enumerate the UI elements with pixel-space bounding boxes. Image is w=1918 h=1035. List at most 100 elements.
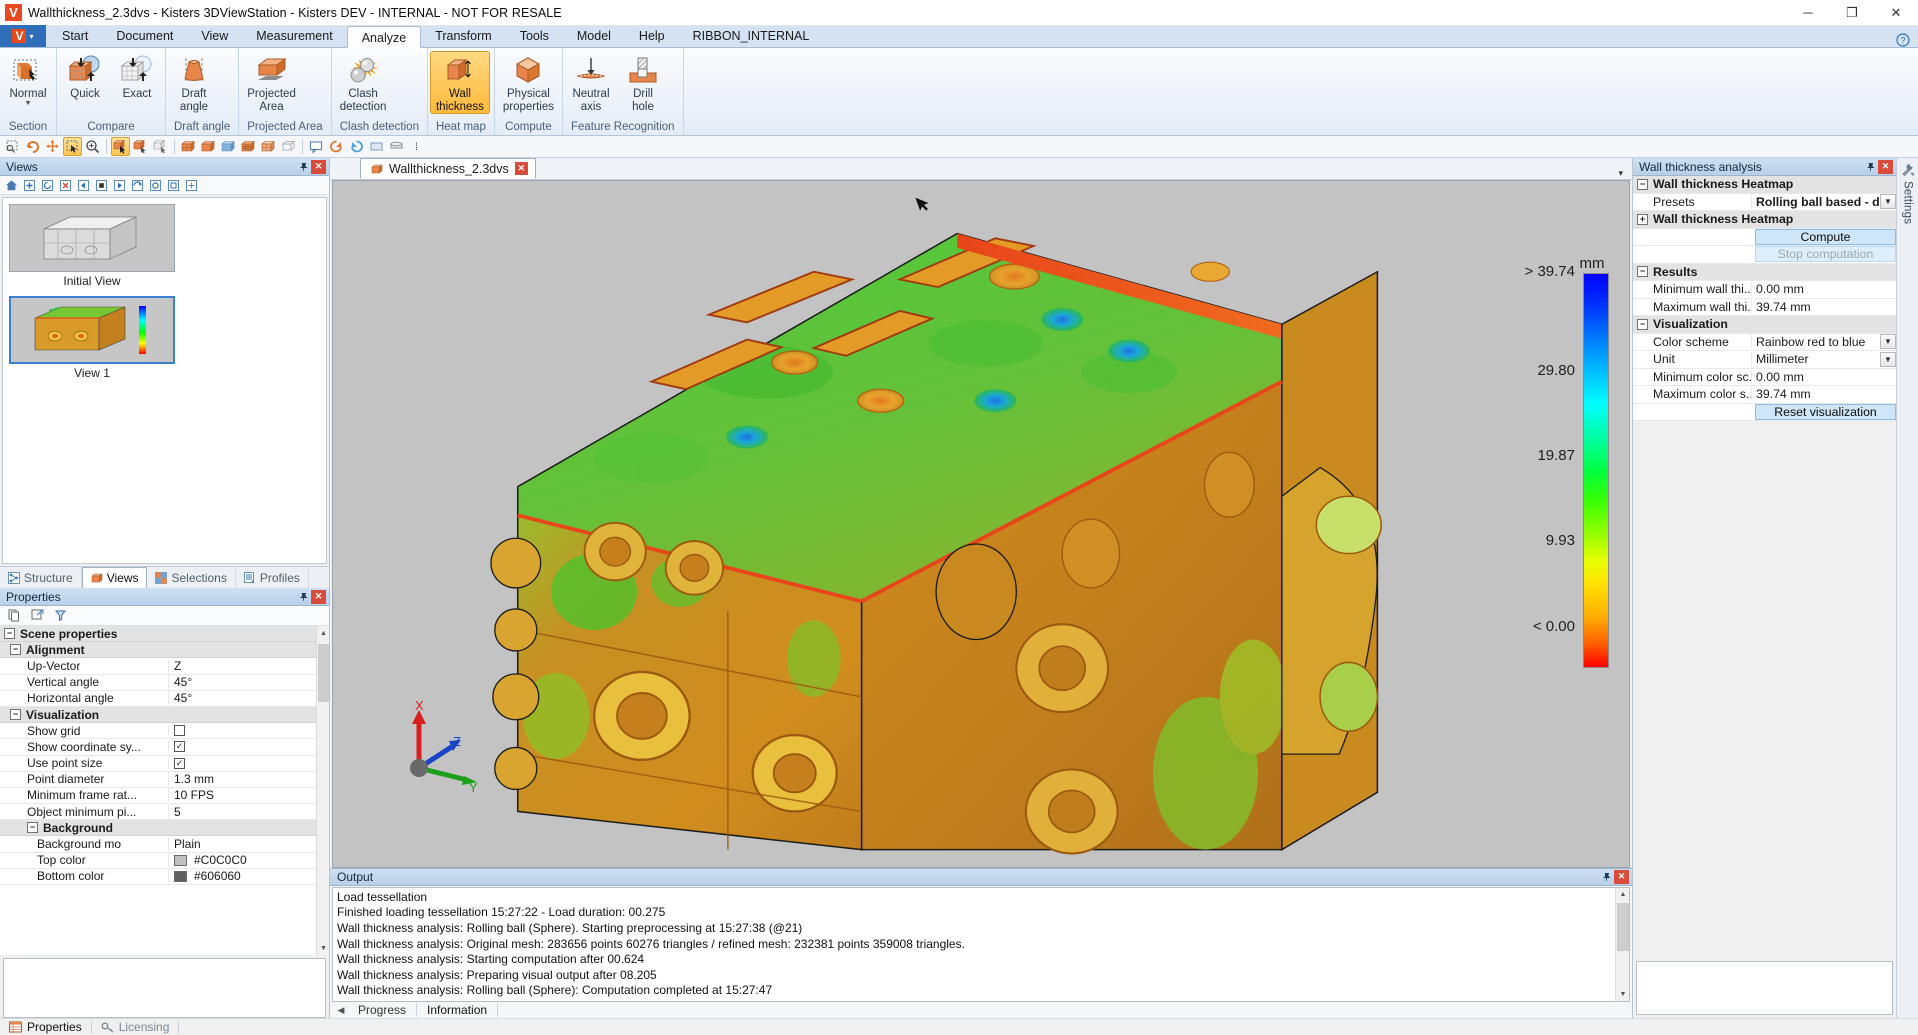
document-tab[interactable]: Wallthickness_2.3dvs ✕	[360, 158, 536, 179]
shape2-icon[interactable]	[387, 137, 406, 156]
status-tab-properties[interactable]: Properties	[0, 1019, 91, 1035]
expander-toggle[interactable]: −	[1637, 319, 1648, 330]
setting-value[interactable]: 39.74 mm	[1751, 300, 1896, 314]
property-value[interactable]	[168, 725, 329, 736]
wall-thickness-button[interactable]: Wallthickness	[430, 51, 490, 114]
tab-analyze[interactable]: Analyze	[347, 26, 421, 48]
setting-value[interactable]: Millimeter▼	[1751, 352, 1896, 367]
compare-quick-button[interactable]: Quick	[59, 51, 111, 102]
property-value[interactable]: Z▼	[168, 659, 329, 673]
close-icon[interactable]: ✕	[515, 162, 528, 175]
close-icon[interactable]: ✕	[311, 160, 326, 174]
expander-toggle[interactable]: −	[27, 822, 38, 833]
chevron-down-icon[interactable]: ▾	[1609, 168, 1632, 179]
scrollbar-thumb[interactable]	[1617, 903, 1629, 951]
clash-detection-button[interactable]: Clashdetection	[334, 51, 393, 114]
property-value[interactable]: 10 FPS	[168, 788, 329, 802]
output-tab-information[interactable]: Information	[417, 1003, 498, 1017]
settings-group-row[interactable]: −Results	[1633, 264, 1896, 282]
play-view-icon[interactable]	[129, 177, 146, 193]
neutral-axis-button[interactable]: Neutralaxis	[565, 51, 617, 114]
render-shaded-edges-icon[interactable]	[199, 137, 218, 156]
chevron-down-icon[interactable]: ▼	[25, 101, 32, 107]
view-thumbnail[interactable]	[9, 204, 175, 272]
compare-exact-button[interactable]: Exact	[111, 51, 163, 102]
color-swatch[interactable]	[174, 855, 187, 866]
property-group-row[interactable]: −Alignment	[0, 642, 329, 658]
settings-rail-label[interactable]: Settings	[1902, 181, 1914, 224]
stop-view-icon[interactable]	[93, 177, 110, 193]
filter-icon[interactable]	[53, 608, 68, 623]
tab-scroll-left-icon[interactable]: ◀	[334, 1005, 348, 1016]
view-item-initial[interactable]: Initial View	[9, 204, 175, 294]
copy-icon[interactable]	[7, 608, 22, 623]
checkbox[interactable]: ✓	[174, 741, 185, 752]
pin-icon[interactable]	[1864, 160, 1878, 174]
help-circle-icon[interactable]: ?	[1888, 33, 1918, 47]
3d-viewport[interactable]: X Y Z mm > 39.74 29.80	[332, 180, 1630, 868]
close-icon[interactable]: ✕	[1614, 870, 1629, 884]
projected-area-button[interactable]: ProjectedArea	[241, 51, 302, 114]
tab-ribbon-internal[interactable]: RIBBON_INTERNAL	[679, 25, 824, 47]
minimize-button[interactable]: ─	[1786, 0, 1830, 26]
scrollbar-thumb[interactable]	[318, 644, 329, 702]
color-swatch[interactable]	[174, 871, 187, 882]
settings-group-row[interactable]: −Visualization	[1633, 316, 1896, 334]
note-icon[interactable]	[307, 137, 326, 156]
delete-view-icon[interactable]	[57, 177, 74, 193]
render-shaded-icon[interactable]	[179, 137, 198, 156]
setting-value[interactable]: 0.00 mm	[1751, 282, 1896, 296]
undo-icon[interactable]	[347, 137, 366, 156]
scroll-down-icon[interactable]: ▼	[1616, 987, 1630, 1001]
undo-view-icon[interactable]	[23, 137, 42, 156]
dropdown[interactable]: Rolling ball based - d▼	[1756, 194, 1896, 209]
settings-rail[interactable]: Settings	[1896, 158, 1918, 1018]
render-wireframe-icon[interactable]	[239, 137, 258, 156]
home-icon[interactable]	[3, 177, 20, 193]
property-value[interactable]: #C0C0C0	[168, 853, 329, 867]
setting-value[interactable]: Rolling ball based - d▼	[1751, 194, 1896, 209]
select-assembly-icon[interactable]	[151, 137, 170, 156]
properties-scrollbar[interactable]: ▲ ▼	[316, 626, 329, 955]
select-element-icon[interactable]	[111, 137, 130, 156]
zoom-window-icon[interactable]	[3, 137, 22, 156]
tab-tools[interactable]: Tools	[506, 25, 563, 47]
maximize-button[interactable]: ❐	[1830, 0, 1874, 26]
settings-group-row[interactable]: +Wall thickness Heatmap	[1633, 211, 1896, 229]
rectangle-select-icon[interactable]	[63, 137, 82, 156]
render-hidden-lines-icon[interactable]	[259, 137, 278, 156]
scroll-up-icon[interactable]: ▲	[317, 626, 329, 640]
expander-toggle[interactable]: −	[1637, 266, 1648, 277]
property-group-row[interactable]: −Background	[0, 820, 329, 836]
checkbox[interactable]	[174, 725, 185, 736]
expander-toggle[interactable]: −	[10, 644, 21, 655]
checkbox[interactable]: ✓	[174, 758, 185, 769]
render-outline-icon[interactable]	[279, 137, 298, 156]
select-part-icon[interactable]	[131, 137, 150, 156]
close-icon[interactable]: ✕	[311, 590, 326, 604]
refresh-view-icon[interactable]	[39, 177, 56, 193]
drill-hole-button[interactable]: Drillhole	[617, 51, 669, 114]
chevron-down-icon[interactable]: ▼	[1880, 334, 1896, 349]
rotate-icon[interactable]	[327, 137, 346, 156]
flat-shape-icon[interactable]	[367, 137, 386, 156]
chevron-down-icon[interactable]: ▼	[1880, 194, 1896, 209]
tab-document[interactable]: Document	[102, 25, 187, 47]
dropdown[interactable]: Millimeter▼	[1756, 352, 1896, 367]
pin-icon[interactable]	[297, 160, 311, 174]
copy-view-icon[interactable]	[165, 177, 182, 193]
paste-view-icon[interactable]	[183, 177, 200, 193]
property-value[interactable]: 45°	[168, 691, 329, 705]
tab-start[interactable]: Start	[48, 25, 102, 47]
section-normal-button[interactable]: Normal ▼	[2, 51, 54, 108]
dropdown[interactable]: Plain▼	[174, 837, 329, 851]
compute-button[interactable]: Compute	[1755, 229, 1896, 245]
expander-toggle[interactable]: −	[4, 628, 15, 639]
setting-value[interactable]: Rainbow red to blue▼	[1751, 334, 1896, 349]
status-tab-licensing[interactable]: Licensing	[92, 1019, 179, 1035]
property-value[interactable]: 45°	[168, 675, 329, 689]
zoom-fit-icon[interactable]	[83, 137, 102, 156]
expander-toggle[interactable]: −	[10, 709, 21, 720]
tab-views[interactable]: Views	[82, 567, 148, 589]
property-value[interactable]: ✓	[168, 758, 329, 769]
